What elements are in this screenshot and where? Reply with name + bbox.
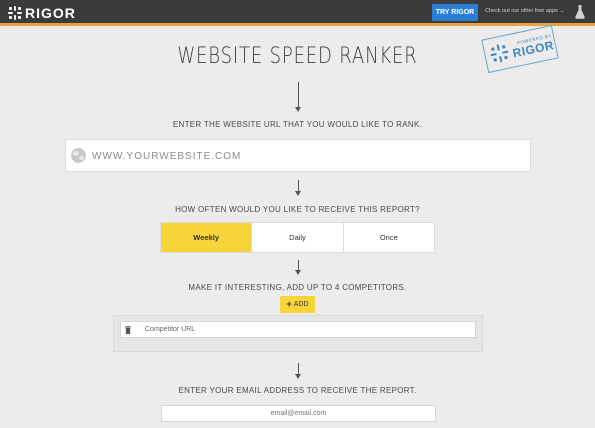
arrow-down-icon (295, 260, 301, 275)
add-competitor-button[interactable]: + ADD (280, 296, 315, 313)
competitor-placeholder: Competitor URL (145, 326, 196, 333)
arrow-down-icon (295, 363, 301, 379)
website-url-input[interactable]: WWW.YOURWEBSITE.COM (65, 139, 531, 172)
page-title: WEBSITE SPEED RANKER (177, 44, 418, 69)
email-input[interactable]: email@email.com (161, 405, 436, 422)
add-button-label: ADD (293, 301, 309, 308)
arrow-down-icon (295, 82, 301, 112)
step-frequency-label: HOW OFTEN WOULD YOU LIKE TO RECEIVE THIS… (175, 205, 420, 214)
globe-icon (71, 148, 86, 163)
rigor-logo[interactable]: RIGOR (8, 5, 76, 21)
step-email-label: ENTER YOUR EMAIL ADDRESS TO RECEIVE THE … (178, 386, 417, 395)
frequency-option-weekly[interactable]: Weekly (161, 223, 252, 252)
arrow-down-icon (295, 180, 301, 196)
other-apps-link[interactable]: Check out our other free apps → (485, 8, 565, 14)
top-bar: RIGOR TRY RIGOR Check out our other free… (0, 0, 595, 26)
flask-icon[interactable] (575, 5, 585, 19)
trash-icon[interactable] (125, 326, 131, 334)
frequency-selector: Weekly Daily Once (160, 222, 435, 253)
frequency-option-daily[interactable]: Daily (251, 223, 342, 252)
logo-text: RIGOR (25, 5, 76, 21)
email-placeholder: email@email.com (270, 410, 327, 417)
plus-icon: + (286, 299, 292, 309)
rigor-logo-icon (8, 6, 22, 20)
url-placeholder: WWW.YOURWEBSITE.COM (92, 151, 242, 162)
step-competitors-label: MAKE IT INTERESTING, ADD UP TO 4 COMPETI… (188, 283, 407, 292)
step-url-label: ENTER THE WEBSITE URL THAT YOU WOULD LIK… (172, 120, 423, 129)
try-rigor-button[interactable]: TRY RIGOR (432, 4, 478, 21)
frequency-option-once[interactable]: Once (342, 223, 434, 252)
competitor-url-input[interactable]: Competitor URL (120, 321, 476, 338)
